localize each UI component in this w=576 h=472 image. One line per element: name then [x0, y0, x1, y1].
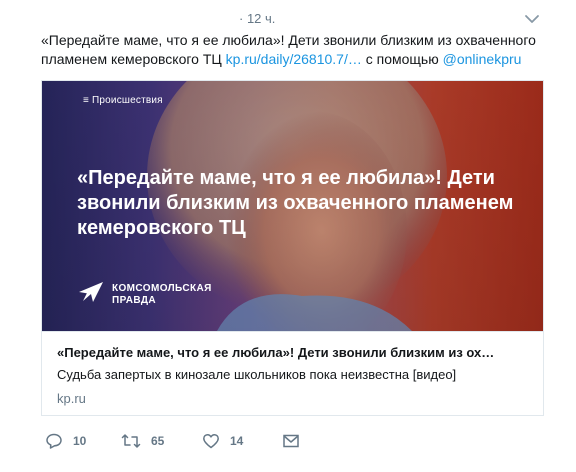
reply-count: 10	[73, 434, 87, 448]
retweet-icon	[121, 432, 141, 450]
chevron-down-icon[interactable]	[523, 10, 541, 28]
link-card[interactable]: ≡ Происшествия «Передайте маме, что я ее…	[41, 80, 544, 416]
heart-icon	[202, 432, 220, 450]
card-body[interactable]: «Передайте маме, что я ее любила»! Дети …	[42, 331, 543, 415]
direct-message-button[interactable]	[282, 432, 300, 450]
like-button[interactable]: 14	[202, 432, 243, 450]
tweet-timestamp[interactable]: · 12 ч.	[239, 11, 275, 26]
card-description: Судьба запертых в кинозале школьников по…	[57, 367, 457, 382]
brand-logo: КОМСОМОЛЬСКАЯ ПРАВДА	[78, 281, 242, 308]
retweet-count: 65	[151, 434, 165, 448]
card-title[interactable]: «Передайте маме, что я ее любила»! Дети …	[57, 345, 532, 360]
tweet-actions: 10 65 14	[41, 432, 341, 458]
reply-icon	[45, 432, 63, 450]
card-image[interactable]: ≡ Происшествия «Передайте маме, что я ее…	[42, 81, 543, 331]
reply-button[interactable]: 10	[45, 432, 86, 450]
mention-link[interactable]: @onlinekpru	[443, 51, 522, 67]
like-count: 14	[230, 434, 244, 448]
brand-name: КОМСОМОЛЬСКАЯ ПРАВДА	[112, 282, 212, 306]
tweet-link[interactable]: kp.ru/daily/26810.7/…	[226, 51, 362, 67]
card-domain: kp.ru	[57, 391, 86, 406]
retweet-button[interactable]: 65	[121, 432, 164, 450]
envelope-icon	[282, 432, 300, 450]
tweet-text-via: с помощью	[361, 51, 443, 67]
card-headline: «Передайте маме, что я ее любила»! Дети …	[77, 167, 514, 239]
tweet-text: «Передайте маме, что я ее любила»! Дети …	[41, 31, 546, 69]
card-rubric: ≡ Происшествия	[83, 95, 163, 106]
star-logo-icon	[78, 281, 104, 308]
